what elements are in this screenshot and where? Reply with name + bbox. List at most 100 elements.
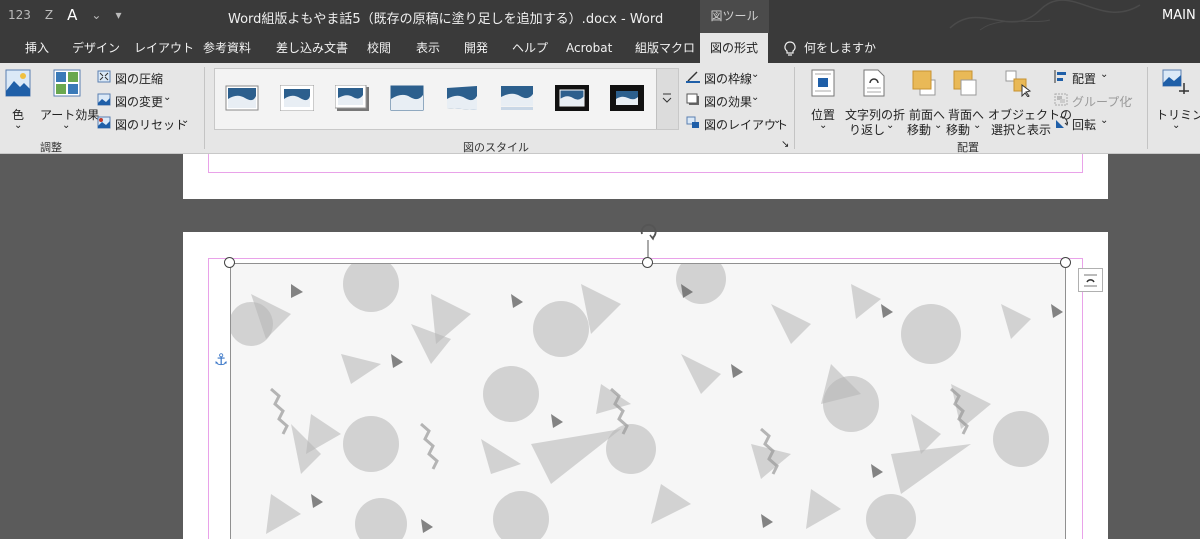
picture-border-icon xyxy=(686,71,700,83)
align-button[interactable]: 配置 xyxy=(1072,70,1096,87)
chevron-down-icon: ⌄ xyxy=(934,120,943,131)
chevron-down-icon[interactable]: ⌄ xyxy=(773,115,781,126)
picture-style-black-frame[interactable] xyxy=(555,85,589,111)
geometric-pattern-image xyxy=(231,264,1063,539)
tab-layout[interactable]: レイアウト xyxy=(134,33,194,63)
chevron-down-icon: ⌄ xyxy=(1172,120,1181,131)
arrange-group-label: 配置 xyxy=(957,141,979,154)
position-icon xyxy=(811,69,835,97)
picture-style-reflected[interactable] xyxy=(500,85,534,111)
selection-pane-button-line2[interactable]: 選択と表示 xyxy=(991,121,1051,138)
color-icon xyxy=(5,69,31,97)
sort-icon[interactable]: Z xyxy=(45,8,53,22)
chevron-down-icon: ⌄ xyxy=(62,120,71,131)
send-backward-button-line2[interactable]: 移動 xyxy=(946,121,970,138)
chevron-down-icon xyxy=(662,93,672,103)
picture-tools-context-label: 図ツール xyxy=(700,0,769,33)
group-objects-icon xyxy=(1054,93,1068,106)
picture-style-soft-edge[interactable] xyxy=(390,85,424,111)
compress-pictures-button[interactable]: 図の圧縮 xyxy=(115,70,163,87)
wrap-text-button-line2[interactable]: り返し xyxy=(849,121,885,138)
bring-forward-icon xyxy=(912,70,936,96)
layout-options-icon xyxy=(1084,274,1097,287)
tab-help[interactable]: ヘルプ xyxy=(512,33,548,63)
tab-acrobat[interactable]: Acrobat xyxy=(566,33,612,63)
picture-style-shadow-frame[interactable] xyxy=(335,85,369,111)
chevron-down-icon: ⌄ xyxy=(1126,92,1135,103)
quick-access-toolbar: 123 Z A ⌄ ▾ xyxy=(8,6,122,24)
anchor-icon[interactable]: ⚓ xyxy=(214,350,228,369)
margin-guide xyxy=(208,154,1083,173)
chevron-down-icon: ⌄ xyxy=(886,120,895,131)
chevron-down-icon: ⌄ xyxy=(14,120,23,131)
picture-style-thick-black-frame[interactable] xyxy=(610,85,644,111)
picture-styles-group-label: 図のスタイル xyxy=(463,141,529,154)
picture-style-perspective[interactable] xyxy=(445,85,479,111)
change-picture-button[interactable]: 図の変更 xyxy=(115,93,163,110)
tab-developer[interactable]: 開発 xyxy=(464,33,488,63)
tell-me-search[interactable]: 何をしますか xyxy=(784,33,876,63)
dialog-launcher-icon[interactable]: ↘ xyxy=(781,139,789,150)
resize-handle-top-left[interactable] xyxy=(224,257,235,268)
tell-me-label: 何をしますか xyxy=(804,41,877,55)
send-backward-icon xyxy=(953,70,977,96)
tab-review[interactable]: 校閲 xyxy=(367,33,391,63)
align-icon xyxy=(1054,70,1066,83)
picture-border-button[interactable]: 図の枠線 xyxy=(704,70,752,87)
decorative-swirl-icon xyxy=(949,0,1141,31)
tab-picture-format[interactable]: 図の形式 xyxy=(700,33,769,63)
chevron-down-icon[interactable]: ⌄ xyxy=(163,92,171,103)
picture-styles-gallery xyxy=(214,68,679,130)
gallery-more-button[interactable] xyxy=(656,69,678,129)
tab-references[interactable]: 参考資料 xyxy=(203,33,251,63)
account-name[interactable]: MAIN U xyxy=(1162,8,1200,23)
lightbulb-icon xyxy=(784,40,796,56)
chevron-down-icon[interactable]: ⌄ xyxy=(751,69,759,80)
chevron-down-icon[interactable]: ⌄ xyxy=(91,8,101,22)
group-separator xyxy=(1147,67,1148,149)
resize-handle-top-right[interactable] xyxy=(1060,257,1071,268)
group-separator xyxy=(204,67,205,149)
ribbon-tabs: 挿入 デザイン レイアウト 参考資料 差し込み文書 校閲 表示 開発 ヘルプ A… xyxy=(0,33,1200,63)
tab-mailings[interactable]: 差し込み文書 xyxy=(276,33,348,63)
reset-picture-button[interactable]: 図のリセット xyxy=(115,116,187,133)
chevron-down-icon: ⌄ xyxy=(819,120,828,131)
picture-effects-icon xyxy=(686,93,699,105)
ribbon: 色 ⌄ アート効果 ⌄ 図の圧縮 図の変更 ⌄ 図のリセット ⌄ 調整 図の枠線… xyxy=(0,63,1200,154)
tab-insert[interactable]: 挿入 xyxy=(25,33,49,63)
tab-design[interactable]: デザイン xyxy=(72,33,120,63)
picture-layout-icon xyxy=(686,116,699,128)
document-title: Word組版よもやま話5（既存の原稿に塗り足しを追加する）.docx - Wor… xyxy=(228,12,664,27)
numbering-icon[interactable]: 123 xyxy=(8,8,31,22)
adjust-group-label: 調整 xyxy=(40,141,62,154)
picture-style-white-frame[interactable] xyxy=(280,85,314,111)
resize-handle-top-center[interactable] xyxy=(642,257,653,268)
tab-view[interactable]: 表示 xyxy=(416,33,440,63)
picture-style-simple-frame[interactable] xyxy=(225,85,259,111)
selected-picture[interactable] xyxy=(230,263,1066,539)
document-page-previous xyxy=(183,154,1108,199)
wrap-text-icon xyxy=(863,69,885,97)
chevron-down-icon[interactable]: ⌄ xyxy=(181,115,189,126)
chevron-down-icon[interactable]: ⌄ xyxy=(1100,115,1108,126)
bring-forward-button-line2[interactable]: 移動 xyxy=(907,121,931,138)
customize-qat-icon[interactable]: ▾ xyxy=(115,8,121,22)
chevron-down-icon[interactable]: ⌄ xyxy=(1100,69,1108,80)
title-bar: 123 Z A ⌄ ▾ Word組版よもやま話5（既存の原稿に塗り足しを追加する… xyxy=(0,0,1200,33)
rotate-icon xyxy=(1056,116,1068,128)
reset-picture-icon xyxy=(97,116,111,129)
art-effects-icon xyxy=(53,69,81,97)
change-picture-icon xyxy=(97,93,111,106)
group-separator xyxy=(794,67,795,149)
picture-effects-button[interactable]: 図の効果 xyxy=(704,93,752,110)
chevron-down-icon: ⌄ xyxy=(973,120,982,131)
chevron-down-icon[interactable]: ⌄ xyxy=(751,92,759,103)
compress-pictures-icon xyxy=(97,70,111,83)
selection-pane-icon xyxy=(1005,70,1032,97)
tab-typesetting-macro[interactable]: 組版マクロ xyxy=(635,33,695,63)
crop-icon xyxy=(1162,69,1189,94)
group-objects-button[interactable]: グループ化 xyxy=(1072,93,1131,110)
layout-options-button[interactable] xyxy=(1078,268,1103,292)
spelling-icon[interactable]: A xyxy=(67,6,77,24)
rotate-button[interactable]: 回転 xyxy=(1072,116,1096,133)
